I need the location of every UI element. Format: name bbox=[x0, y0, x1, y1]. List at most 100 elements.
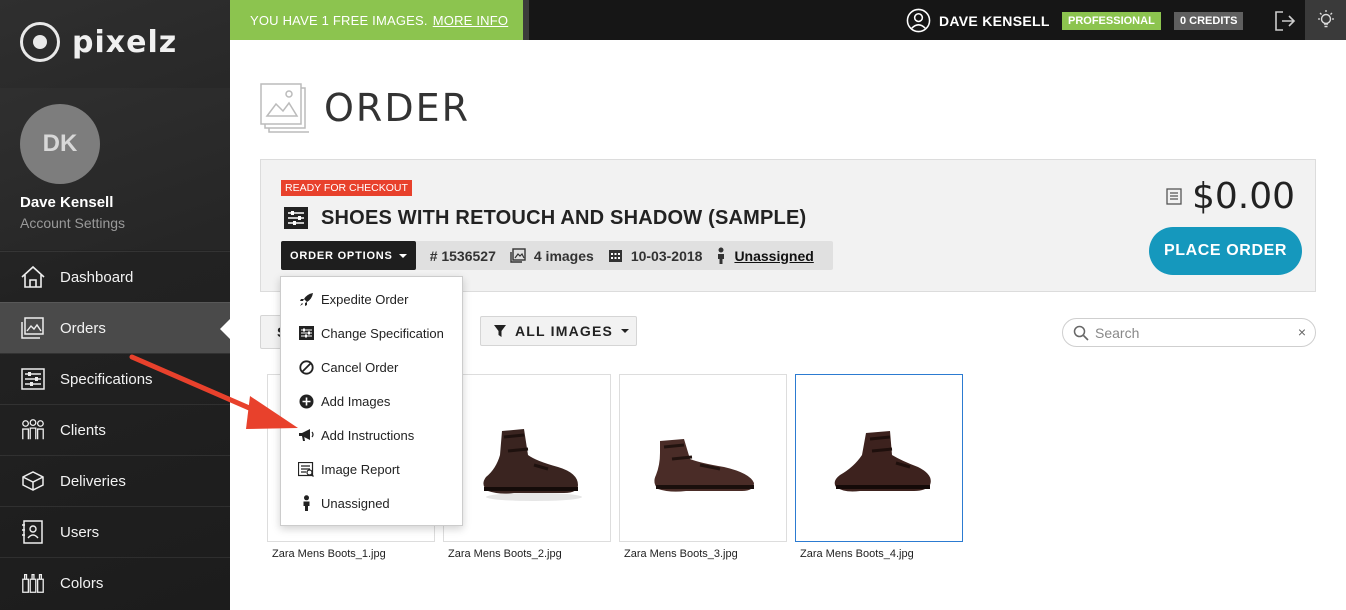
order-options-label: ORDER OPTIONS bbox=[290, 249, 393, 262]
sliders-icon bbox=[298, 325, 314, 341]
menu-item-cancel-order[interactable]: Cancel Order bbox=[281, 350, 462, 384]
menu-item-expedite-order[interactable]: Expedite Order bbox=[281, 282, 462, 316]
person-icon bbox=[718, 247, 725, 264]
menu-item-label: Add Images bbox=[321, 393, 391, 409]
image-filename: Zara Mens Boots_3.jpg bbox=[624, 548, 738, 560]
image-thumbnail-selected[interactable] bbox=[795, 374, 963, 542]
sidebar-item-label: Orders bbox=[60, 319, 106, 337]
app-name: pixelz bbox=[72, 24, 178, 60]
price-area: $0.00 bbox=[1166, 176, 1295, 217]
rocket-icon bbox=[298, 291, 314, 307]
search-input[interactable] bbox=[1095, 324, 1285, 341]
pixelz-logo[interactable]: pixelz bbox=[20, 22, 177, 62]
order-date: 10-03-2018 bbox=[608, 248, 702, 264]
image-thumbnail[interactable] bbox=[443, 374, 611, 542]
user-menu[interactable]: DAVE KENSELL bbox=[906, 8, 1050, 33]
sidebar-item-dashboard[interactable]: Dashboard bbox=[0, 251, 230, 302]
sidebar-item-label: Specifications bbox=[60, 370, 153, 388]
image-icon bbox=[510, 248, 526, 263]
tips-toggle[interactable] bbox=[1305, 0, 1346, 40]
assignee-link[interactable]: Unassigned bbox=[734, 248, 813, 264]
image-count-text: 4 images bbox=[533, 247, 594, 264]
menu-item-label: Unassigned bbox=[321, 495, 390, 511]
plus-circle-icon bbox=[298, 393, 314, 409]
order-number-text: # 1536527 bbox=[429, 247, 496, 264]
image-filename: Zara Mens Boots_4.jpg bbox=[800, 548, 914, 560]
assignee[interactable]: Unassigned bbox=[716, 247, 814, 264]
invoice-icon[interactable] bbox=[1166, 188, 1182, 205]
menu-item-image-report[interactable]: Image Report bbox=[281, 452, 462, 486]
calendar-icon bbox=[608, 250, 622, 262]
logout-icon[interactable] bbox=[1273, 9, 1297, 33]
sidebar-item-label: Users bbox=[60, 523, 100, 541]
menu-item-add-instructions[interactable]: Add Instructions bbox=[281, 418, 462, 452]
sidebar-item-label: Deliveries bbox=[60, 472, 126, 490]
sidebar-item-deliveries[interactable]: Deliveries bbox=[0, 455, 230, 506]
order-total: $0.00 bbox=[1191, 176, 1295, 217]
order-number: # 1536527 bbox=[430, 248, 496, 264]
menu-item-label: Add Instructions bbox=[321, 427, 415, 443]
boot-image bbox=[834, 431, 931, 492]
image-filename: Zara Mens Boots_1.jpg bbox=[272, 548, 386, 560]
bottles-icon bbox=[20, 570, 46, 596]
credits-badge: 0 CREDITS bbox=[1174, 12, 1244, 30]
clear-search-icon[interactable]: × bbox=[1298, 324, 1306, 340]
free-images-banner: YOU HAVE 1 FREE IMAGES. MORE INFO bbox=[230, 0, 523, 40]
account-settings-link[interactable]: Account Settings bbox=[20, 215, 125, 231]
boot-image bbox=[654, 439, 754, 492]
people-icon bbox=[20, 417, 46, 443]
order-name: SHOES WITH RETOUCH AND SHADOW (SAMPLE) bbox=[321, 206, 807, 229]
sidebar-item-colors[interactable]: Colors bbox=[0, 557, 230, 608]
filter-all-images-button[interactable]: ALL IMAGES bbox=[480, 316, 637, 346]
orders-icon bbox=[20, 315, 46, 341]
order-options-button[interactable]: ORDER OPTIONS bbox=[281, 241, 416, 270]
free-images-text: YOU HAVE 1 FREE IMAGES. bbox=[250, 12, 428, 28]
page-title: ORDER bbox=[324, 86, 470, 130]
order-images-icon bbox=[260, 83, 309, 133]
caret-down-icon bbox=[398, 253, 407, 258]
sidebar: pixelz DK Dave Kensell Account Settings … bbox=[0, 0, 230, 610]
banner-edge bbox=[523, 0, 529, 40]
menu-item-change-specification[interactable]: Change Specification bbox=[281, 316, 462, 350]
sidebar-nav: Dashboard Orders Specifications Clients … bbox=[0, 251, 230, 608]
more-info-link[interactable]: MORE INFO bbox=[433, 13, 508, 28]
sidebar-item-specifications[interactable]: Specifications bbox=[0, 353, 230, 404]
megaphone-icon bbox=[298, 427, 314, 443]
search-box: × bbox=[1062, 318, 1316, 347]
sidebar-item-users[interactable]: Users bbox=[0, 506, 230, 557]
pixelz-logo-icon bbox=[20, 22, 60, 62]
user-card-icon bbox=[20, 519, 46, 545]
order-options-menu: Expedite Order Change Specification Canc… bbox=[280, 276, 463, 526]
image-count: 4 images bbox=[510, 248, 594, 264]
filter-label: ALL IMAGES bbox=[515, 323, 614, 339]
place-order-button[interactable]: PLACE ORDER bbox=[1149, 227, 1302, 275]
search-icon bbox=[1073, 325, 1089, 341]
user-circle-icon bbox=[906, 8, 931, 33]
image-thumbnail[interactable] bbox=[619, 374, 787, 542]
avatar[interactable]: DK bbox=[20, 104, 100, 184]
sidebar-item-orders[interactable]: Orders bbox=[0, 302, 230, 353]
user-name: DAVE KENSELL bbox=[939, 12, 1050, 29]
plan-badge: PROFESSIONAL bbox=[1062, 12, 1161, 30]
sidebar-item-label: Colors bbox=[60, 574, 104, 592]
menu-item-unassigned[interactable]: Unassigned bbox=[281, 486, 462, 520]
person-icon bbox=[298, 495, 314, 511]
sidebar-item-label: Clients bbox=[60, 421, 106, 439]
sidebar-item-clients[interactable]: Clients bbox=[0, 404, 230, 455]
filter-icon bbox=[494, 325, 506, 337]
menu-item-label: Change Specification bbox=[321, 325, 444, 341]
menu-item-label: Image Report bbox=[321, 461, 400, 477]
ban-icon bbox=[298, 359, 314, 375]
menu-item-label: Cancel Order bbox=[321, 359, 399, 375]
menu-item-add-images[interactable]: Add Images bbox=[281, 384, 462, 418]
image-filename: Zara Mens Boots_2.jpg bbox=[448, 548, 562, 560]
status-badge: READY FOR CHECKOUT bbox=[281, 180, 412, 196]
lightbulb-icon bbox=[1317, 10, 1334, 28]
sliders-icon bbox=[20, 366, 46, 392]
sidebar-item-label: Dashboard bbox=[60, 268, 134, 286]
order-summary-panel: READY FOR CHECKOUT SHOES WITH RETOUCH AN… bbox=[260, 159, 1316, 292]
profile-name: Dave Kensell bbox=[20, 194, 114, 211]
menu-item-label: Expedite Order bbox=[321, 291, 409, 307]
caret-down-icon bbox=[621, 329, 630, 333]
order-meta-bar: ORDER OPTIONS # 1536527 4 images 10-03-2… bbox=[281, 241, 833, 270]
